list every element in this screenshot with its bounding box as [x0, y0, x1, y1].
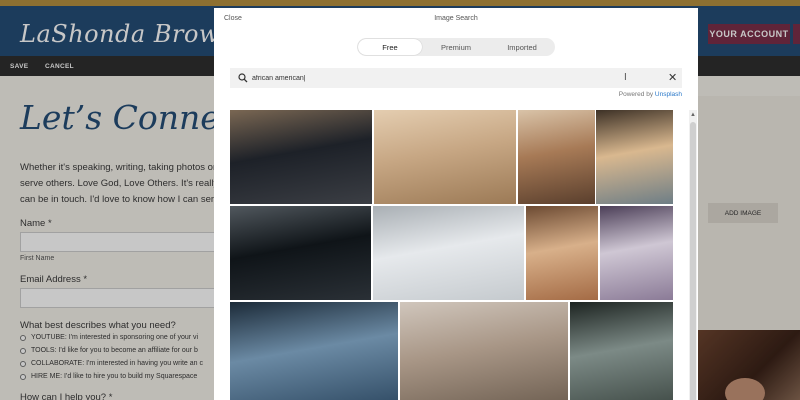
search-icon [238, 73, 248, 83]
tab-imported[interactable]: Imported [490, 39, 554, 55]
powered-by: Powered by Unsplash [619, 91, 682, 98]
photo-result[interactable] [373, 206, 524, 300]
close-button[interactable]: Close [224, 15, 242, 22]
search-input[interactable] [252, 70, 632, 86]
image-results-grid [230, 110, 673, 400]
image-search-box[interactable]: I ✕ [230, 68, 682, 88]
photo-result[interactable] [570, 302, 673, 400]
provider-link[interactable]: Unsplash [655, 91, 682, 98]
photo-result[interactable] [526, 206, 598, 300]
modal-title: Image Search [434, 15, 478, 22]
image-search-modal: Image Search Close Free Premium Imported… [214, 8, 698, 400]
results-scrollbar[interactable]: ▲ [689, 110, 697, 400]
photo-result[interactable] [596, 110, 673, 204]
clear-search-icon[interactable]: ✕ [668, 71, 677, 85]
photo-result[interactable] [230, 110, 372, 204]
tab-free[interactable]: Free [358, 39, 422, 55]
text-cursor-icon: I [624, 72, 627, 83]
source-tabs: Free Premium Imported [357, 38, 555, 56]
photo-result[interactable] [400, 302, 568, 400]
photo-result[interactable] [600, 206, 673, 300]
scroll-thumb[interactable] [690, 122, 696, 400]
tab-premium[interactable]: Premium [424, 39, 488, 55]
photo-result[interactable] [374, 110, 516, 204]
photo-result[interactable] [230, 206, 371, 300]
photo-result[interactable] [230, 302, 398, 400]
powered-by-label: Powered by [618, 91, 654, 98]
photo-result[interactable] [518, 110, 595, 204]
scroll-up-icon[interactable]: ▲ [689, 110, 697, 120]
